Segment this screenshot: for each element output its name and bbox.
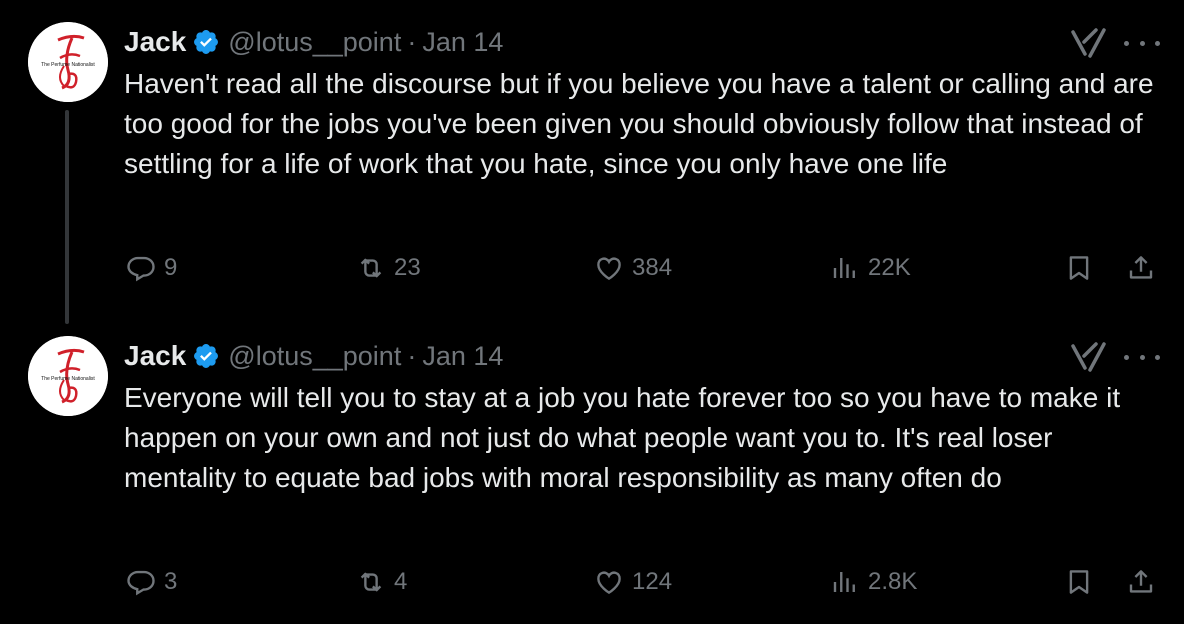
- author-name[interactable]: Jack: [124, 26, 186, 58]
- verified-badge-icon: [192, 28, 220, 56]
- like-count: 124: [632, 568, 673, 595]
- reply-icon: [127, 570, 155, 596]
- author-handle[interactable]: @lotus__point: [228, 341, 401, 372]
- grok-icon[interactable]: [1070, 340, 1108, 374]
- repost-button[interactable]: 23: [356, 246, 421, 290]
- reply-button[interactable]: 9: [126, 246, 177, 290]
- thread-connector-line: [65, 110, 69, 324]
- svg-text:The Perfume Nationalist: The Perfume Nationalist: [41, 376, 95, 382]
- share-button[interactable]: [1126, 246, 1156, 290]
- avatar[interactable]: The Perfume Nationalist: [28, 336, 108, 416]
- bookmark-button[interactable]: [1064, 560, 1094, 604]
- repost-count: 4: [394, 568, 408, 595]
- heart-icon: [597, 257, 621, 281]
- views-button[interactable]: 2.8K: [830, 560, 917, 604]
- views-count: 22K: [868, 254, 911, 281]
- share-button[interactable]: [1126, 560, 1156, 604]
- like-button[interactable]: 384: [594, 246, 672, 290]
- separator-dot: ·: [407, 26, 417, 57]
- bookmark-icon: [1069, 570, 1089, 594]
- separator-dot: ·: [407, 340, 417, 371]
- verified-badge-icon: [192, 342, 220, 370]
- repost-button[interactable]: 4: [356, 560, 407, 604]
- avatar-logo-icon: The Perfume Nationalist: [28, 22, 108, 102]
- tweet-header: Jack @lotus__point · Jan 14: [124, 22, 503, 62]
- tweet-text: Haven't read all the discourse but if yo…: [124, 68, 1154, 179]
- share-icon: [1129, 256, 1153, 279]
- views-count: 2.8K: [868, 568, 918, 595]
- tweet[interactable]: The Perfume Nationalist Jack @lotus__poi…: [0, 0, 1184, 324]
- views-icon: [833, 258, 855, 278]
- tweet[interactable]: The Perfume Nationalist Jack @lotus__poi…: [0, 314, 1184, 624]
- heart-icon: [597, 571, 621, 595]
- svg-text:The Perfume Nationalist: The Perfume Nationalist: [41, 62, 95, 68]
- repost-icon: [360, 258, 382, 278]
- repost-count: 23: [394, 254, 421, 281]
- like-count: 384: [632, 254, 673, 281]
- views-icon: [833, 572, 855, 592]
- reply-icon: [127, 256, 155, 282]
- avatar[interactable]: The Perfume Nationalist: [28, 22, 108, 102]
- like-button[interactable]: 124: [594, 560, 672, 604]
- author-handle[interactable]: @lotus__point: [228, 27, 401, 58]
- reply-button[interactable]: 3: [126, 560, 177, 604]
- reply-count: 9: [164, 254, 178, 281]
- avatar-logo-icon: The Perfume Nationalist: [28, 336, 108, 416]
- reply-count: 3: [164, 568, 178, 595]
- views-button[interactable]: 22K: [830, 246, 911, 290]
- tweet-text: Everyone will tell you to stay at a job …: [124, 382, 1121, 493]
- bookmark-icon: [1069, 256, 1089, 280]
- bookmark-button[interactable]: [1064, 246, 1094, 290]
- grok-icon[interactable]: [1070, 26, 1108, 60]
- more-options-icon[interactable]: [1124, 342, 1160, 372]
- tweet-date[interactable]: Jan 14: [422, 341, 503, 372]
- tweet-actions: 9 23 384 22K: [0, 246, 1184, 290]
- tweet-actions: 3 4 124 2.8K: [0, 560, 1184, 604]
- author-name[interactable]: Jack: [124, 340, 186, 372]
- more-options-icon[interactable]: [1124, 28, 1160, 58]
- tweet-header: Jack @lotus__point · Jan 14: [124, 336, 503, 376]
- share-icon: [1129, 570, 1153, 593]
- repost-icon: [360, 572, 382, 592]
- tweet-date[interactable]: Jan 14: [422, 27, 503, 58]
